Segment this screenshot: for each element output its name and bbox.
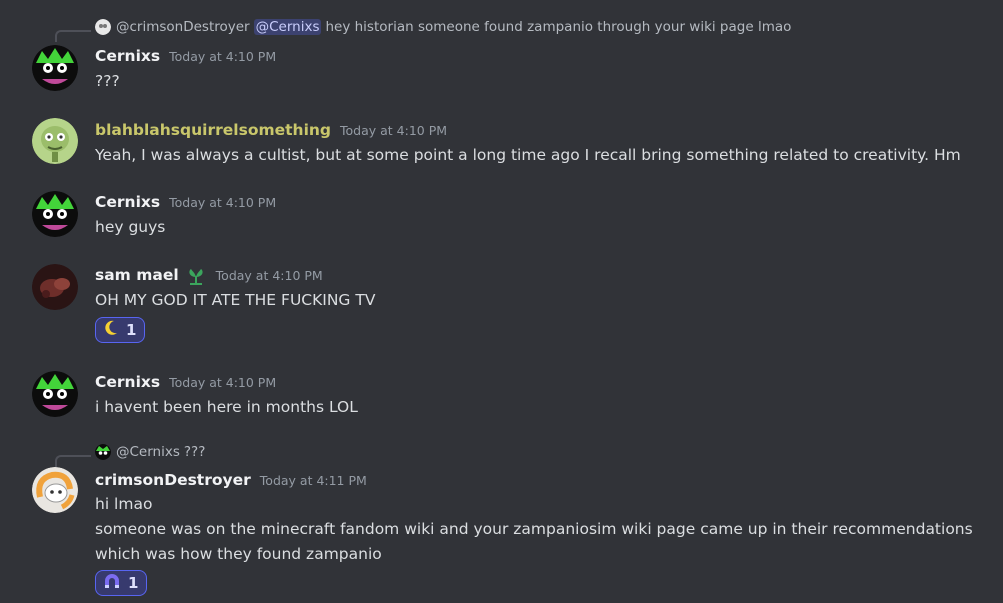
reply-preview[interactable]: @crimsonDestroyer @Cernixs hey historian… [95,19,791,35]
message-text: hey guys [95,218,166,236]
avatar[interactable] [32,118,78,164]
avatar[interactable] [32,264,78,310]
username[interactable]: sam mael [95,266,179,284]
avatar[interactable] [32,467,78,513]
reply-author[interactable]: @Cernixs [116,444,180,460]
timestamp[interactable]: Today at 4:10 PM [169,49,276,64]
message-text: ??? [95,72,120,90]
avatar[interactable] [32,371,78,417]
magnet-emoji-icon [104,573,120,593]
message-header: crimsonDestroyer Today at 4:11 PM [95,471,367,489]
reply-connector [55,30,91,42]
avatar[interactable] [32,45,78,91]
message-text: i havent been here in months LOL [95,398,358,416]
message-text: which was how they found zampanio [95,545,382,563]
reply-author[interactable]: @crimsonDestroyer [116,19,250,35]
mention[interactable]: @Cernixs [253,19,322,35]
timestamp[interactable]: Today at 4:10 PM [169,375,276,390]
reaction-count: 1 [126,321,137,339]
message-text: Yeah, I was always a cultist, but at som… [95,146,961,164]
reply-text: hey historian someone found zampanio thr… [325,19,792,35]
timestamp[interactable]: Today at 4:10 PM [216,268,323,283]
message-text: someone was on the minecraft fandom wiki… [95,520,973,538]
message-header: Cernixs Today at 4:10 PM [95,47,276,65]
reply-avatar [95,19,111,35]
message-header: blahblahsquirrelsomething Today at 4:10 … [95,121,447,139]
message-text: OH MY GOD IT ATE THE FUCKING TV [95,291,376,309]
reaction-count: 1 [128,574,139,592]
username[interactable]: blahblahsquirrelsomething [95,121,331,139]
message-header: sam mael Today at 4:10 PM [95,266,323,290]
username[interactable]: Cernixs [95,47,160,65]
reply-avatar [95,444,111,460]
message-header: Cernixs Today at 4:10 PM [95,193,276,211]
reaction-button[interactable]: 1 [95,570,148,596]
username[interactable]: Cernixs [95,193,160,211]
reaction-button[interactable]: 1 [95,317,146,343]
timestamp[interactable]: Today at 4:10 PM [169,195,276,210]
username[interactable]: crimsonDestroyer [95,471,251,489]
reply-preview[interactable]: @Cernixs ??? [95,444,205,460]
message-header: Cernixs Today at 4:10 PM [95,373,276,391]
message-text: hi lmao [95,495,153,513]
reply-text: ??? [183,444,206,460]
username[interactable]: Cernixs [95,373,160,391]
moon-emoji-icon [104,320,118,340]
leaf-badge-icon[interactable] [185,266,207,290]
timestamp[interactable]: Today at 4:10 PM [340,123,447,138]
timestamp[interactable]: Today at 4:11 PM [260,473,367,488]
reply-connector [55,455,91,467]
avatar[interactable] [32,191,78,237]
